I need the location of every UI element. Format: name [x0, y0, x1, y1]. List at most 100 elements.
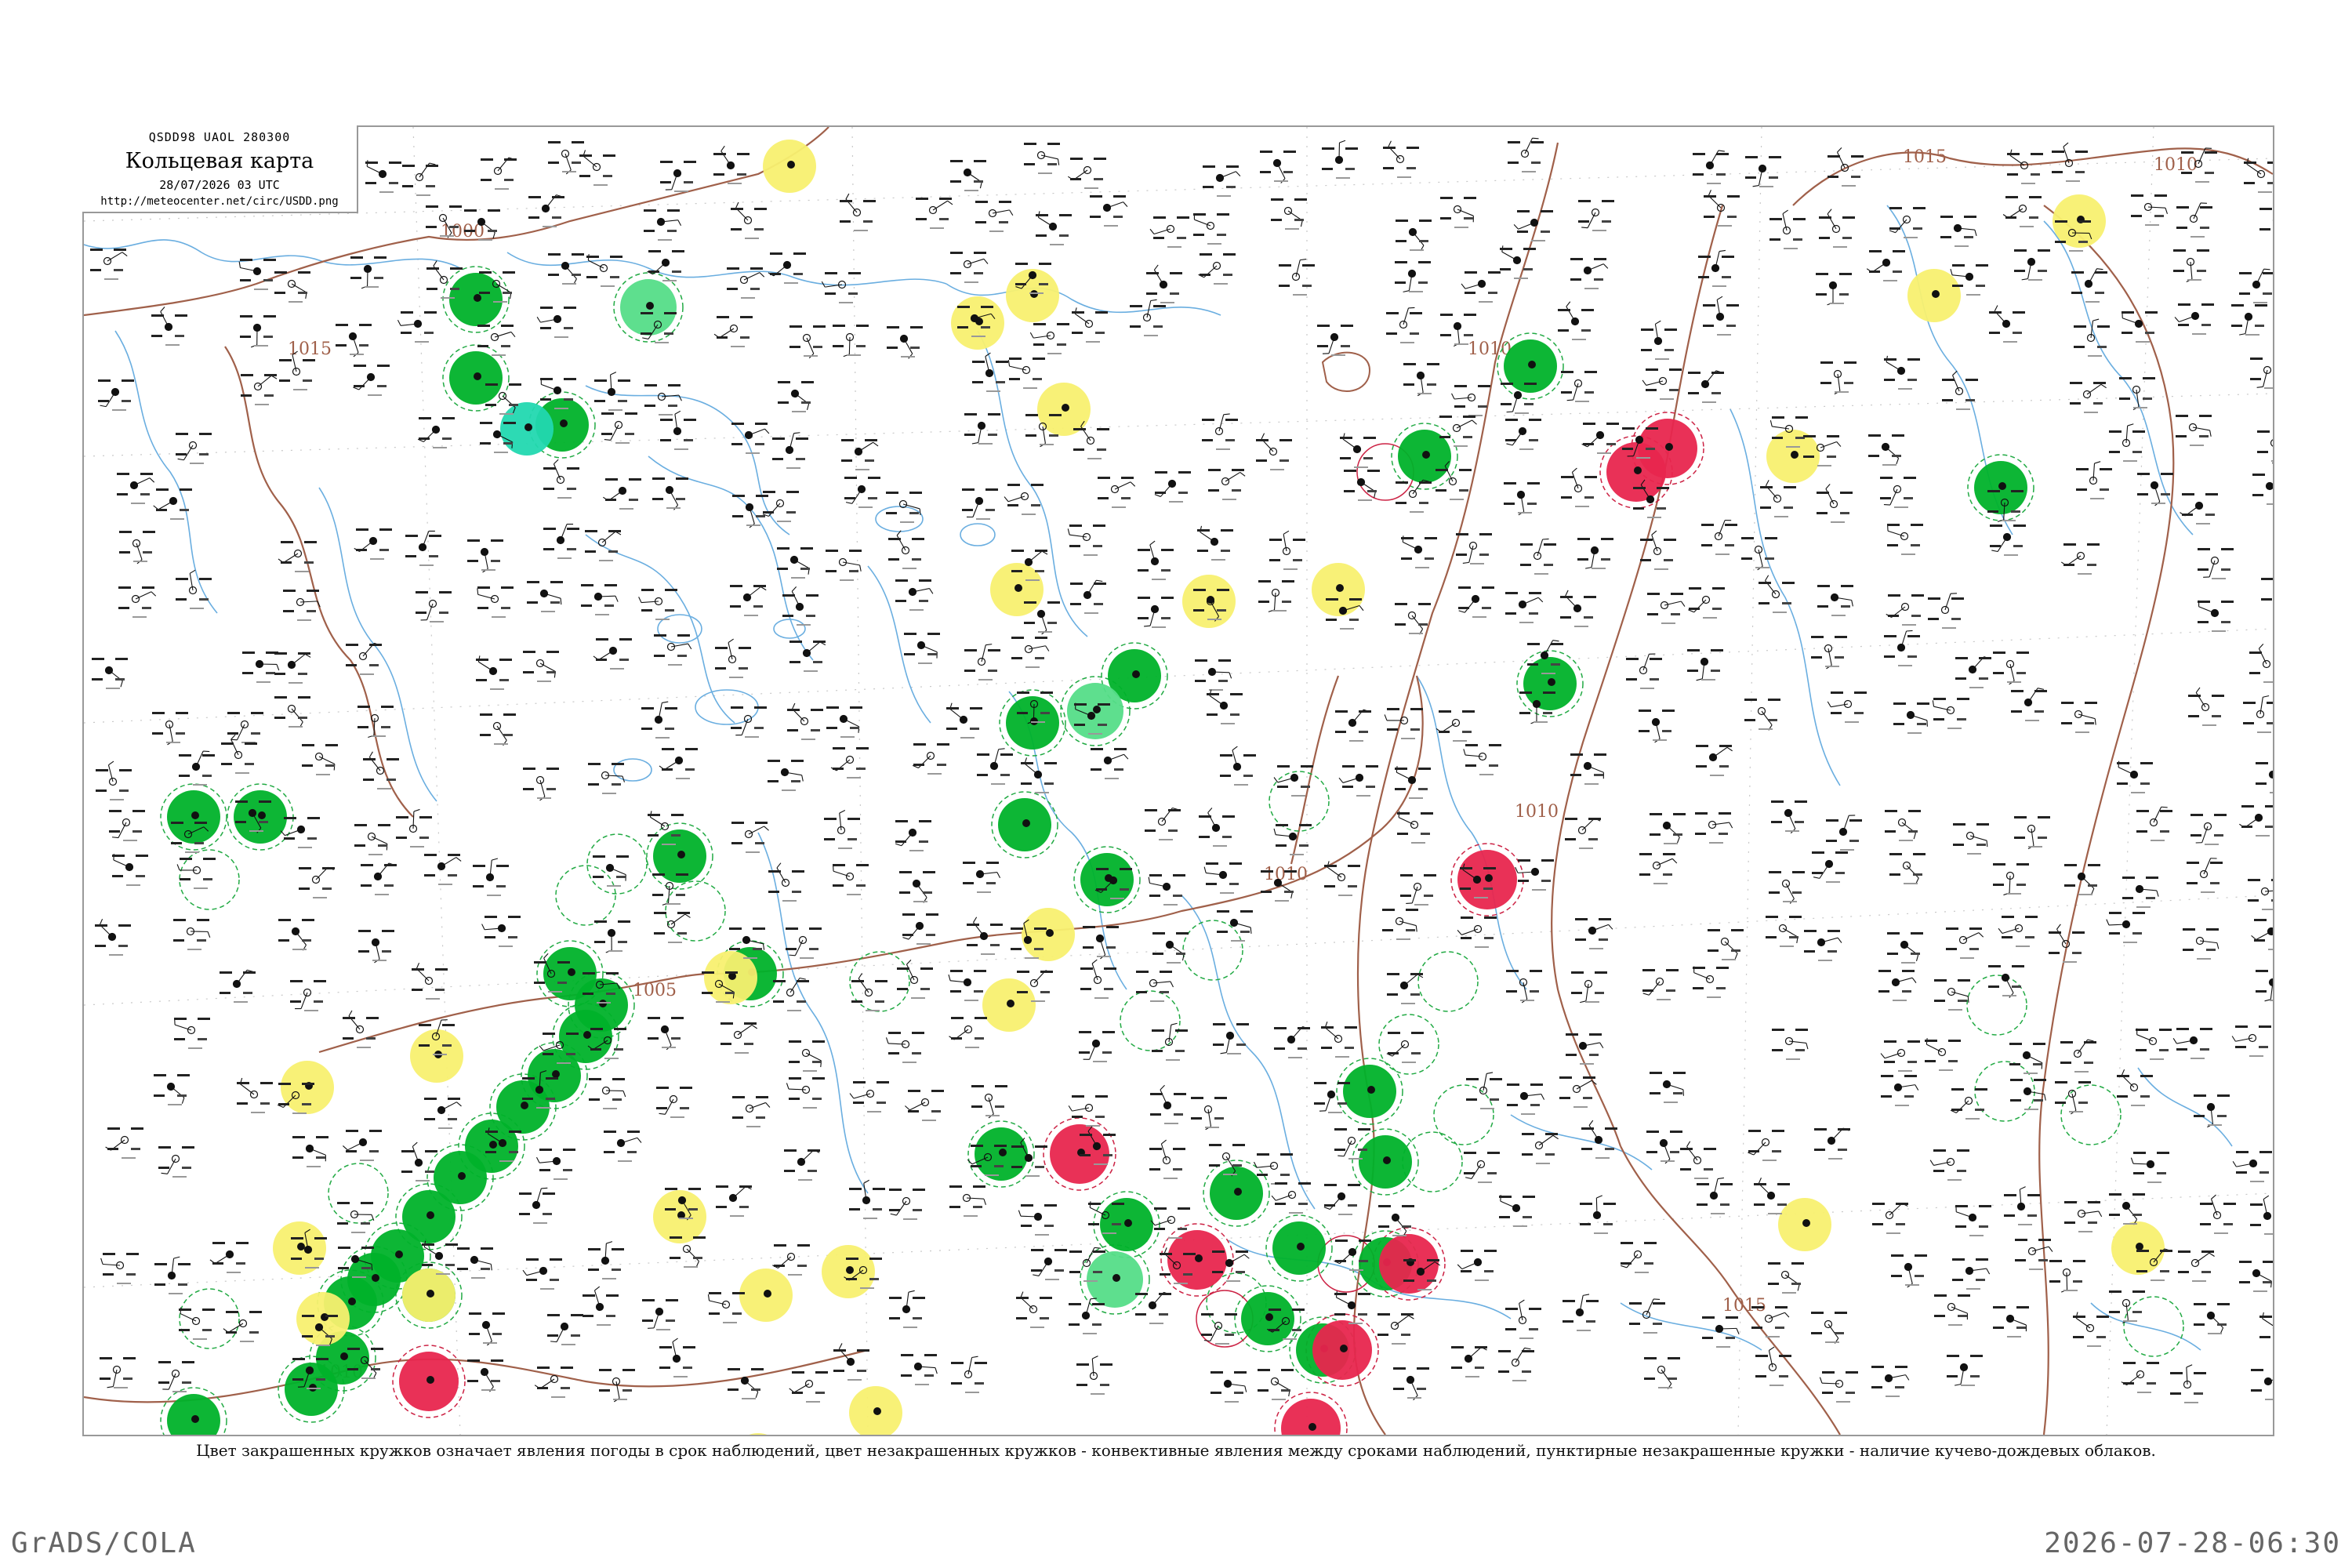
station-field [1427, 1279, 1436, 1282]
station-field [550, 581, 563, 583]
station-field [1072, 311, 1084, 314]
station-plot [1814, 1127, 1850, 1160]
station-field [1606, 443, 1616, 445]
station-field [424, 854, 437, 856]
station-field [1225, 439, 1235, 441]
station-name [483, 1342, 497, 1344]
station-name [1531, 240, 1545, 241]
station-field [1846, 1392, 1855, 1394]
wind-barb [732, 1185, 746, 1199]
station-field [1098, 703, 1110, 706]
station-plot [354, 824, 390, 855]
station-field [849, 570, 858, 572]
station-name [254, 345, 268, 347]
station-field [604, 604, 614, 607]
station-plot [283, 590, 321, 621]
station-field [1130, 325, 1141, 328]
station-field [464, 209, 477, 212]
station-name [1825, 666, 1839, 667]
station-field [1529, 1328, 1538, 1330]
station-field [241, 374, 253, 376]
station-field [967, 944, 978, 946]
station-field [401, 332, 412, 334]
wind-barb-feather [728, 638, 734, 644]
station-plot [895, 579, 934, 611]
station-field [875, 980, 887, 982]
station-plot [278, 919, 314, 951]
station-field [1599, 918, 1611, 920]
station-field [1436, 469, 1448, 471]
station-field [171, 822, 183, 824]
station-field [924, 1374, 934, 1377]
station-plot [242, 652, 280, 683]
station-field [1851, 176, 1860, 178]
station-field [1092, 1303, 1105, 1305]
station-field [1777, 1183, 1790, 1185]
station-plot [951, 1356, 987, 1393]
station-field [523, 768, 535, 770]
station-field [123, 1357, 136, 1359]
station-field [2012, 965, 2024, 967]
station-marker [999, 1149, 1007, 1156]
station-field [299, 867, 311, 869]
station-field [1820, 382, 1831, 384]
station-field [1260, 151, 1272, 153]
wind-barb [1952, 375, 1960, 392]
wind-barb-feather [1602, 263, 1609, 269]
station-field [1386, 312, 1399, 314]
station-plot [1641, 320, 1677, 360]
station-field [1000, 774, 1010, 776]
station-field [2015, 1239, 2027, 1241]
station-name [964, 1000, 978, 1001]
station-field [740, 336, 750, 339]
map-panel[interactable]: 1000100510101010101510101010101510151010 [82, 125, 2274, 1436]
station-name [1336, 177, 1350, 179]
station-plot [1461, 271, 1501, 303]
wind-barb-feather [456, 857, 462, 862]
station-name [1031, 721, 1045, 723]
station-plot [481, 916, 521, 947]
station-field [1451, 1346, 1464, 1348]
isobar-line [224, 346, 414, 818]
station-plot [1271, 1182, 1311, 1214]
station-field [504, 158, 517, 161]
station-field [1175, 1050, 1185, 1052]
station-field [1702, 1316, 1715, 1319]
station-name [1290, 854, 1304, 855]
station-field [768, 870, 781, 873]
station-name [1409, 633, 1423, 634]
station-field [1523, 268, 1533, 270]
station-name [122, 1157, 136, 1159]
station-name [292, 949, 307, 950]
station-plot [95, 918, 131, 956]
station-field [539, 1149, 552, 1151]
station-field [1639, 873, 1650, 876]
station-plot [1642, 368, 1682, 400]
station-field [670, 1257, 681, 1259]
wind-barb-feather [1323, 1207, 1330, 1210]
station-plot [589, 1078, 626, 1109]
station-field [1680, 1148, 1693, 1150]
wind-barb-feather [1836, 441, 1842, 447]
station-field [96, 789, 107, 792]
station-field [1197, 550, 1208, 552]
station-field [668, 384, 681, 387]
station-field [416, 612, 426, 614]
station-field [1462, 731, 1472, 733]
station-field [605, 499, 616, 501]
station-field [182, 1167, 191, 1169]
station-field [237, 1082, 249, 1084]
station-field [136, 875, 145, 877]
station-plot [1213, 1023, 1249, 1054]
station-field [1094, 158, 1106, 160]
wind-barb [1028, 550, 1043, 563]
station-field [1095, 311, 1108, 314]
station-name [2016, 946, 2030, 947]
station-field [359, 324, 372, 326]
station-field [951, 1382, 962, 1385]
station-field [278, 939, 289, 942]
station-field [322, 887, 332, 890]
station-field [962, 488, 975, 491]
station-name [1521, 1113, 1535, 1115]
wind-barb-feather [845, 193, 850, 200]
